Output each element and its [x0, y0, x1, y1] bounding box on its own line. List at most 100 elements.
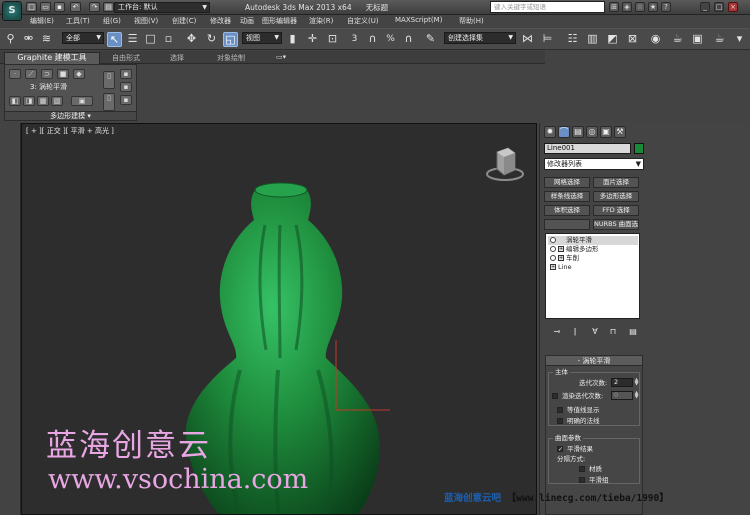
expand-icon[interactable]: + — [558, 246, 564, 252]
menu-rendering[interactable]: 渲染(R) — [309, 16, 333, 26]
expand-icon[interactable]: + — [558, 255, 564, 261]
create-panel-icon[interactable]: ✹ — [544, 126, 556, 138]
ribbon-tool-c-icon[interactable]: ▪ — [120, 69, 132, 79]
named-selection-dropdown[interactable]: 创建选择集 ▼ — [444, 32, 516, 44]
graphite-toggle-icon[interactable]: ▥ — [585, 32, 600, 47]
make-unique-icon[interactable]: ∀ — [589, 326, 601, 338]
maximize-icon[interactable]: □ — [714, 2, 724, 12]
bulb-icon[interactable] — [550, 255, 556, 261]
spline-select-button[interactable]: 样条线选择 — [544, 191, 590, 202]
tab-graphite[interactable]: Graphite 建模工具 — [4, 52, 100, 64]
modifier-list-dropdown[interactable]: 修改器列表 ▼ — [544, 158, 644, 170]
edge-icon[interactable]: ⟋ — [25, 69, 37, 79]
menu-create[interactable]: 创建(C) — [172, 16, 196, 26]
render-more-icon[interactable]: ▾ — [732, 32, 747, 47]
project-folder-icon[interactable]: ▤ — [103, 2, 114, 12]
reference-coordinate-dropdown[interactable]: 视图 ▼ — [242, 32, 282, 44]
menu-edit[interactable]: 编辑(E) — [30, 16, 54, 26]
spinner-arrows-icon[interactable]: ▲ ▼ — [634, 378, 639, 387]
pivot-center-icon[interactable]: ▮ — [285, 32, 300, 47]
polygon-icon[interactable]: ■ — [57, 69, 69, 79]
snaps-toggle-icon[interactable]: 3 — [347, 32, 362, 47]
menu-tools[interactable]: 工具(T) — [66, 16, 90, 26]
open-file-icon[interactable]: ▭ — [40, 2, 51, 12]
subscription-icon[interactable]: ◈ — [622, 2, 632, 12]
stack-item-line[interactable]: + Line — [548, 263, 638, 272]
edit-named-selection-icon[interactable]: ✎ — [423, 32, 438, 47]
select-by-name-icon[interactable]: ☰ — [125, 32, 140, 47]
keyboard-shortcut-icon[interactable]: ⊡ — [325, 32, 340, 47]
app-logo-icon[interactable]: S — [2, 1, 22, 21]
menu-group[interactable]: 组(G) — [103, 16, 121, 26]
smoothing-groups-checkbox[interactable] — [579, 477, 585, 483]
tab-object-paint[interactable]: 对象绘制 — [217, 53, 245, 63]
menu-view[interactable]: 视图(V) — [134, 16, 158, 26]
stack-item-lathe[interactable]: + 车削 — [548, 254, 638, 263]
bulb-icon[interactable] — [550, 237, 556, 243]
search-input[interactable]: 键入关键字或短语 — [490, 1, 605, 13]
viewport-label[interactable]: [ + ][ 正交 ][ 平滑 + 高光 ] — [26, 126, 114, 136]
render-iters-spinner[interactable]: 0 — [611, 391, 633, 400]
move-icon[interactable]: ✥ — [184, 32, 199, 47]
render-production-icon[interactable]: ☕ — [712, 32, 727, 47]
mesh-select-button[interactable]: 网格选择 — [544, 177, 590, 188]
binoculars-icon[interactable]: ⊞ — [609, 2, 619, 12]
window-crossing-icon[interactable]: ▫ — [161, 32, 176, 47]
select-manipulate-icon[interactable]: ✛ — [305, 32, 320, 47]
preserve-uvs-icon[interactable]: ▦ — [37, 96, 49, 106]
ribbon-tool-d-icon[interactable]: ▪ — [120, 82, 132, 92]
bulb-icon[interactable] — [550, 246, 556, 252]
unlink-icon[interactable]: ⚮ — [21, 32, 36, 47]
menu-maxscript[interactable]: MAXScript(M) — [395, 16, 442, 24]
save-file-icon[interactable]: ▪ — [54, 2, 65, 12]
select-object-icon[interactable]: ↖ — [107, 32, 122, 47]
display-panel-icon[interactable]: ▣ — [600, 126, 612, 138]
poly-select-button[interactable]: 多边形选择 — [593, 191, 639, 202]
render-iters-checkbox[interactable] — [552, 393, 558, 399]
minimize-icon[interactable]: _ — [700, 2, 710, 12]
align-icon[interactable]: ⊨ — [540, 32, 555, 47]
remove-modifier-icon[interactable]: ⊓ — [607, 326, 619, 338]
isoline-checkbox[interactable] — [557, 407, 563, 413]
show-end-result-icon[interactable]: ǀ — [569, 326, 581, 338]
tab-selection[interactable]: 选择 — [170, 53, 184, 63]
stack-item-turbosmooth[interactable]: 涡轮平滑 — [548, 236, 638, 245]
menu-modifiers[interactable]: 修改器 — [210, 16, 231, 26]
patch-select-button[interactable]: 面片选择 — [593, 177, 639, 188]
viewcube-icon[interactable] — [484, 144, 526, 182]
material-editor-icon[interactable]: ◉ — [648, 32, 663, 47]
link-icon[interactable]: ⚲ — [3, 32, 18, 47]
scale-icon[interactable]: ◱ — [223, 32, 238, 47]
utilities-panel-icon[interactable]: ⚒ — [614, 126, 626, 138]
tab-freeform[interactable]: 自由形式 — [112, 53, 140, 63]
workspace-dropdown[interactable]: 工作台: 默认 ▼ — [114, 2, 210, 13]
nurbs-select-button[interactable]: NURBS 曲面选择 — [593, 219, 639, 230]
motion-panel-icon[interactable]: ◎ — [586, 126, 598, 138]
menu-graph-editors[interactable]: 图形编辑器 — [262, 16, 297, 26]
bind-space-warp-icon[interactable]: ≋ — [39, 32, 54, 47]
new-file-icon[interactable]: □ — [26, 2, 37, 12]
previous-modifier-icon[interactable]: ◧ — [9, 96, 21, 106]
next-modifier-icon[interactable]: ◨ — [23, 96, 35, 106]
iterations-spinner[interactable]: 2 — [611, 378, 633, 387]
object-name-field[interactable]: Line001 — [544, 143, 631, 154]
menu-help[interactable]: 帮助(H) — [459, 16, 484, 26]
spinner-snap-icon[interactable]: ∩ — [401, 32, 416, 47]
rectangular-selection-icon[interactable]: □ — [143, 32, 158, 47]
ribbon-tool-e-icon[interactable]: ▪ — [120, 95, 132, 105]
rendered-frame-icon[interactable]: ▣ — [690, 32, 705, 47]
schematic-view-icon[interactable]: ⊠ — [625, 32, 640, 47]
configure-sets-icon[interactable]: ▤ — [627, 326, 639, 338]
rotate-icon[interactable]: ↻ — [204, 32, 219, 47]
element-icon[interactable]: ◆ — [73, 69, 85, 79]
selection-filter-dropdown[interactable]: 全部 ▼ — [62, 32, 104, 44]
favorites-icon[interactable]: ★ — [648, 2, 658, 12]
menu-animation[interactable]: 动画 — [240, 16, 254, 26]
expand-icon[interactable]: + — [550, 264, 556, 270]
volume-select-button[interactable]: 体积选择 — [544, 205, 590, 216]
communication-center-icon[interactable]: ☆ — [635, 2, 645, 12]
explicit-normals-checkbox[interactable] — [557, 418, 563, 424]
materials-checkbox[interactable] — [579, 466, 585, 472]
angle-snap-icon[interactable]: ∩ — [365, 32, 380, 47]
menu-customize[interactable]: 自定义(U) — [347, 16, 379, 26]
